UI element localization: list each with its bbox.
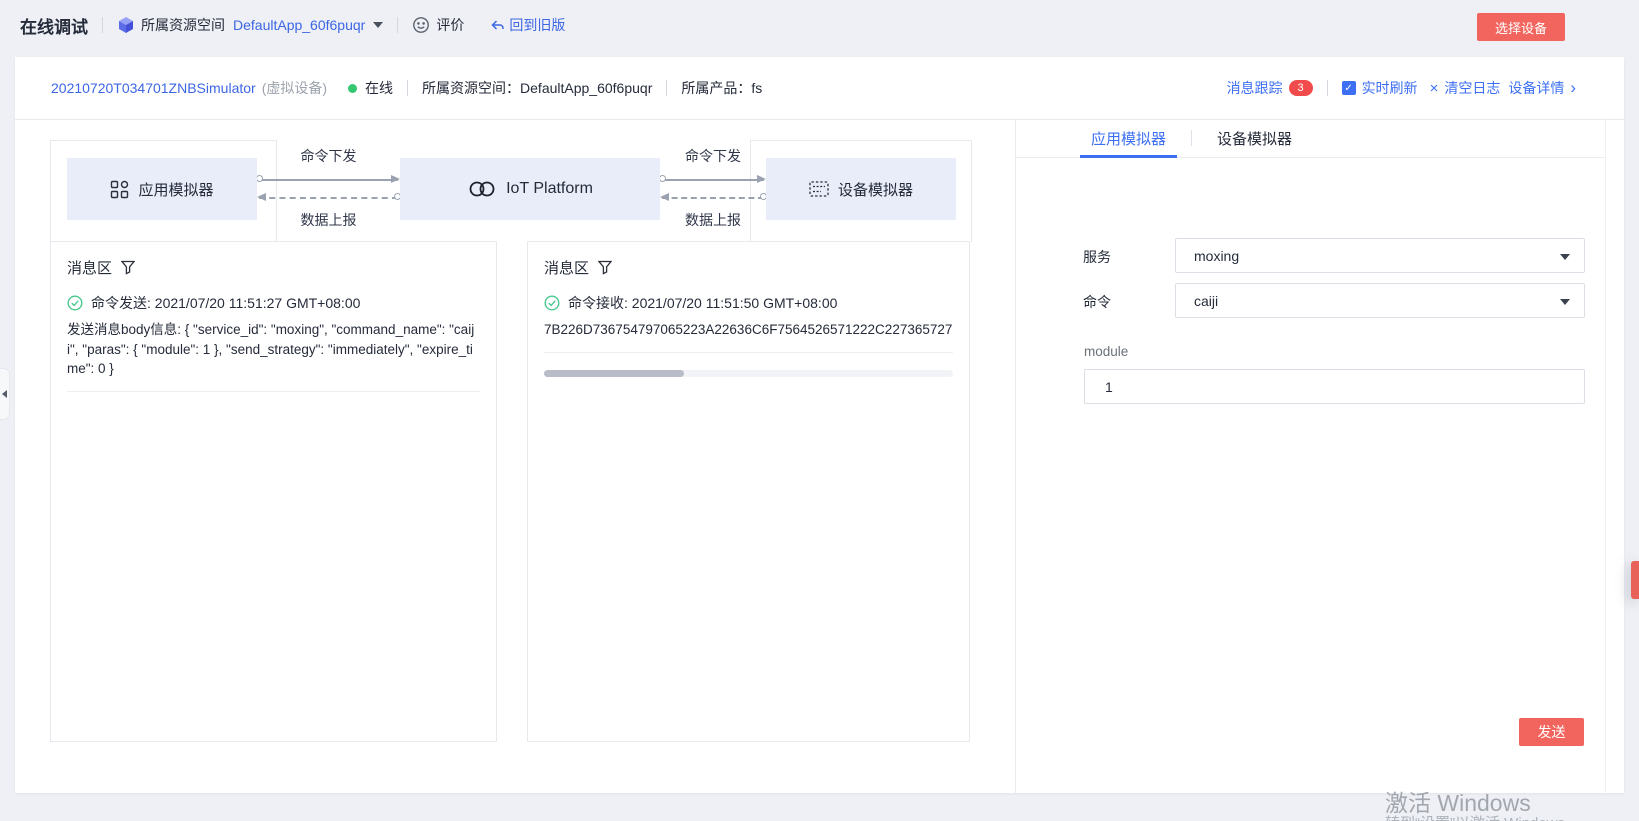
success-check-icon [544,295,560,311]
divider [102,17,103,33]
module-label: module [1084,344,1128,359]
message-body: 发送消息body信息: { "service_id": "moxing", "c… [67,320,480,379]
windows-activate-watermark-hint: 转到“设置”以激活 Windows [1385,812,1565,821]
divider [407,80,408,96]
tab-device-simulator[interactable]: 设备模拟器 [1206,119,1303,157]
device-type-label: (虚拟设备) [262,78,327,98]
app-simulator-box: 应用模拟器 [67,158,257,220]
realtime-refresh-label[interactable]: 实时刷新 [1362,78,1418,98]
send-button[interactable]: 发送 [1519,718,1584,746]
command-value: caiji [1194,293,1218,309]
chevron-down-icon [373,22,383,28]
service-value: moxing [1194,248,1239,264]
entry-divider [67,391,480,392]
product-value: fs [751,80,762,96]
device-detail-link[interactable]: 设备详情 [1508,78,1564,98]
message-status-line: 命令接收: 2021/07/20 11:51:50 GMT+08:00 [568,293,837,313]
command-label: 命令 [1083,292,1111,312]
virtual-device-icon [809,181,829,197]
iot-platform-label: IoT Platform [506,180,593,198]
message-area-title: 消息区 [544,257,589,278]
message-area-title: 消息区 [67,257,112,278]
message-body-hex: 7B226D736754797065223A22636C6F7564526571… [544,320,953,340]
data-report-arrow [662,197,764,199]
return-arrow-icon [490,18,505,33]
resource-space-cube-icon [117,16,135,34]
horizontal-scrollbar-track [544,370,953,377]
online-debug-page: 在线调试 所属资源空间 DefaultApp_60f6puqr [0,0,1639,821]
service-label: 服务 [1083,247,1111,267]
clear-log-x-icon[interactable]: × [1430,80,1439,97]
device-message-area: 消息区 命令接收: 2021/07/20 11:51:50 GMT+08:00 … [527,241,970,742]
left-panel-collapse-handle[interactable] [0,368,10,420]
device-simulator-label: 设备模拟器 [838,179,913,200]
realtime-refresh-checkbox[interactable]: ✓ [1342,81,1356,95]
horizontal-scrollbar-thumb[interactable] [544,370,684,377]
divider [1327,80,1328,96]
chevron-down-icon [1560,254,1570,260]
collapse-left-arrow-icon [2,390,7,398]
command-down-label: 命令下发 [660,146,766,166]
device-info-bar: 20210720T034701ZNBSimulator (虚拟设备) 在线 所属… [15,57,1624,120]
page-title: 在线调试 [20,13,88,38]
filter-funnel-icon[interactable] [598,260,612,275]
online-status-dot [348,84,357,93]
tab-app-simulator[interactable]: 应用模拟器 [1080,119,1177,157]
module-input[interactable] [1084,369,1585,404]
product-label: 所属产品： [681,78,751,98]
resource-space-value: DefaultApp_60f6puqr [520,80,652,96]
message-entry: 命令接收: 2021/07/20 11:51:50 GMT+08:00 7B22… [544,293,953,353]
feedback-label[interactable]: 评价 [436,15,464,35]
apps-grid-icon [110,180,129,199]
online-status-label: 在线 [365,78,393,98]
message-trace-badge: 3 [1289,80,1313,96]
app-simulator-label: 应用模拟器 [138,179,213,200]
topbar-left: 在线调试 所属资源空间 DefaultApp_60f6puqr [0,13,565,38]
service-select[interactable]: moxing [1175,238,1585,273]
message-trace-link[interactable]: 消息跟踪 [1227,78,1283,98]
divider [666,80,667,96]
resource-space-selector[interactable]: DefaultApp_60f6puqr [233,17,383,33]
data-report-label: 数据上报 [257,210,400,230]
resource-space-label: 所属资源空间： [422,78,520,98]
clear-log-link[interactable]: 清空日志 [1444,78,1500,98]
main-card: 20210720T034701ZNBSimulator (虚拟设备) 在线 所属… [15,57,1624,793]
simulator-tabs: 应用模拟器 设备模拟器 [1016,119,1605,158]
success-check-icon [67,295,83,311]
app-message-area: 消息区 命令发送: 2021/07/20 11:51:27 GMT+08:00 … [50,241,497,742]
content-area: 应用模拟器 IoT Platform 设备模拟器 命令下发 [15,119,1624,793]
simulator-panel: 应用模拟器 设备模拟器 服务 moxing 命令 caiji mod [1015,119,1606,793]
chevron-down-icon [1560,299,1570,305]
back-to-old-label: 回到旧版 [509,15,565,35]
message-entry: 命令发送: 2021/07/20 11:51:27 GMT+08:00 发送消息… [67,293,480,392]
topbar: 在线调试 所属资源空间 DefaultApp_60f6puqr [0,0,1639,50]
command-down-label: 命令下发 [257,146,400,166]
message-status-line: 命令发送: 2021/07/20 11:51:27 GMT+08:00 [91,293,360,313]
data-report-arrow [259,197,398,199]
command-down-arrow [662,179,764,181]
entry-divider [544,352,953,353]
device-info-actions: 消息跟踪 3 ✓ 实时刷新 × 清空日志 设备详情 › [1227,78,1624,98]
resource-space-label: 所属资源空间 [141,15,225,35]
back-to-old-link[interactable]: 回到旧版 [490,15,565,35]
select-device-button[interactable]: 选择设备 [1477,13,1565,41]
resource-space-value: DefaultApp_60f6puqr [233,17,365,33]
feedback-smiley-icon[interactable] [412,16,430,34]
command-down-arrow [259,179,398,181]
iot-platform-box: IoT Platform [400,158,660,220]
device-name-link[interactable]: 20210720T034701ZNBSimulator [51,80,256,96]
app-platform-arrows: 命令下发 数据上报 [257,140,400,230]
data-report-label: 数据上报 [660,210,766,230]
device-info-left: 20210720T034701ZNBSimulator (虚拟设备) 在线 所属… [15,78,762,98]
device-simulator-box: 设备模拟器 [766,158,956,220]
command-select[interactable]: caiji [1175,283,1585,318]
tab-divider [1191,130,1192,146]
divider [397,17,398,33]
filter-funnel-icon[interactable] [121,260,135,275]
chevron-right-icon[interactable]: › [1570,78,1576,98]
right-edge-feedback-tab[interactable] [1631,561,1639,599]
platform-device-arrows: 命令下发 数据上报 [660,140,766,230]
iot-platform-logo [467,179,497,199]
